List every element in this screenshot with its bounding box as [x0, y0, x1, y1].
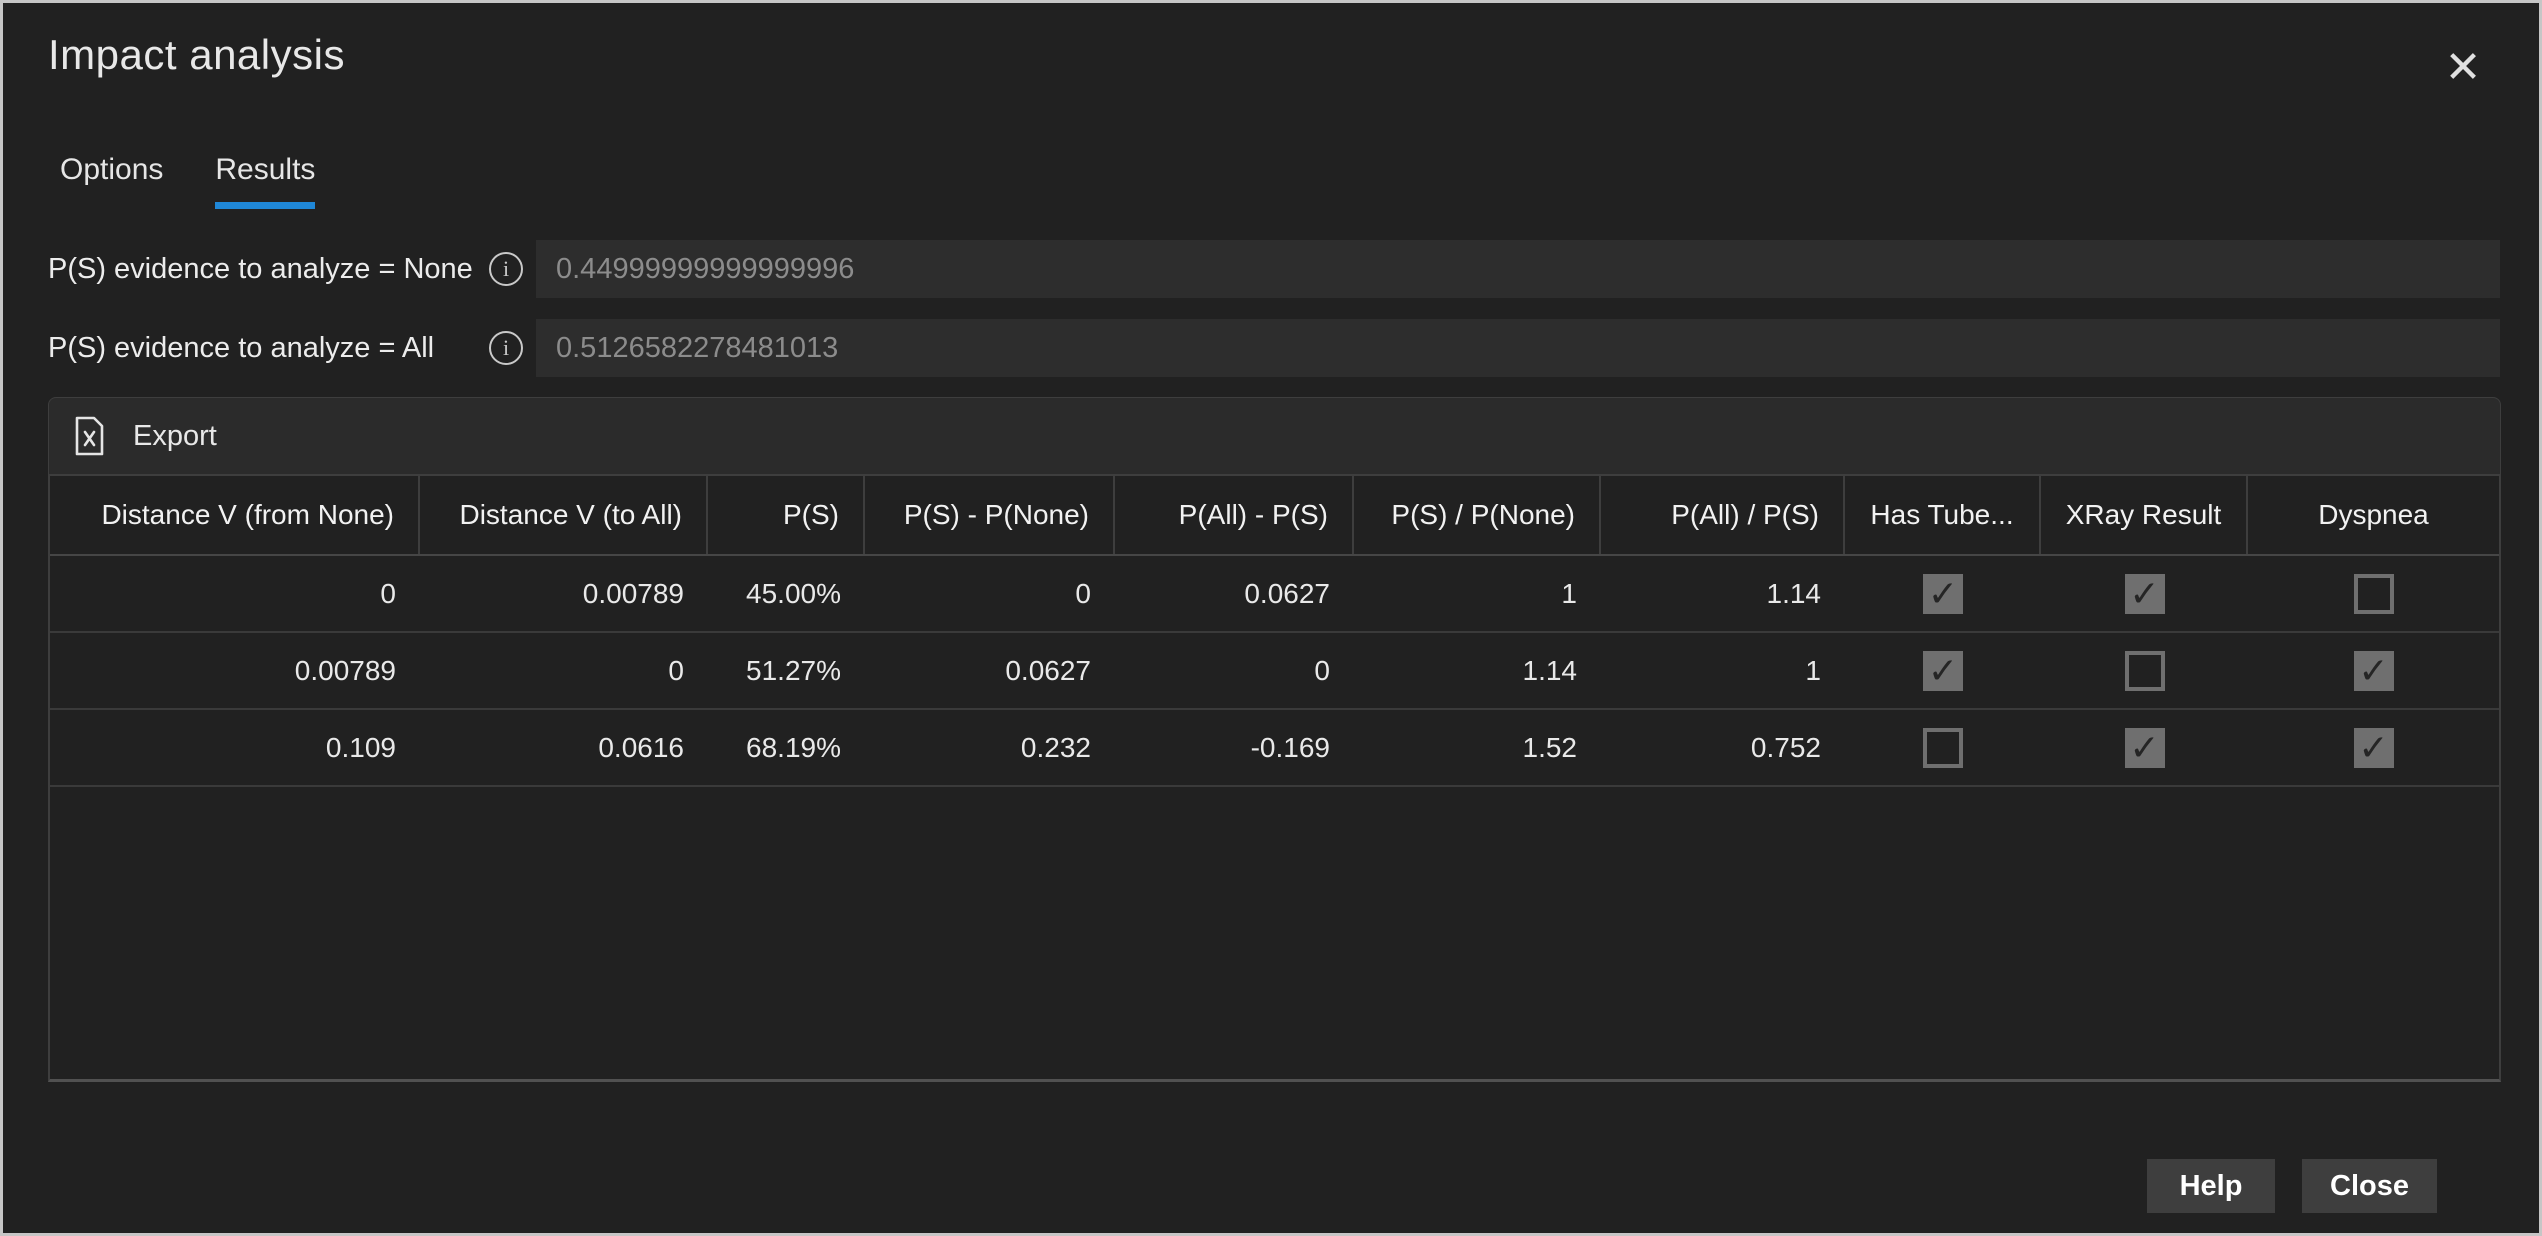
- col-header-ps-div-pnone[interactable]: P(S) / P(None): [1354, 476, 1601, 554]
- results-table: Distance V (from None) Distance V (to Al…: [48, 474, 2501, 1082]
- cell-ps-div-pnone: 1.52: [1354, 710, 1601, 785]
- cell-ps-minus-pnone: 0.0627: [865, 633, 1115, 708]
- has-tube-checkbox[interactable]: [1923, 574, 1963, 614]
- xray-result-checkbox[interactable]: [2125, 651, 2165, 691]
- cell-ps: 51.27%: [708, 633, 865, 708]
- field-label-ps-all: P(S) evidence to analyze = All: [48, 319, 434, 377]
- dyspnea-checkbox[interactable]: [2354, 574, 2394, 614]
- export-excel-icon: [74, 416, 105, 456]
- cell-ps-minus-pnone: 0: [865, 556, 1115, 631]
- cell-ps: 68.19%: [708, 710, 865, 785]
- field-row-ps-all: P(S) evidence to analyze = All i: [3, 319, 2539, 377]
- cell-distance-from-none: 0.00789: [50, 633, 420, 708]
- xray-result-checkbox[interactable]: [2125, 574, 2165, 614]
- dialog-footer: Help Close: [2147, 1159, 2437, 1213]
- cell-ps-minus-pnone: 0.232: [865, 710, 1115, 785]
- cell-ps-div-pnone: 1.14: [1354, 633, 1601, 708]
- table-toolbar: Export: [48, 397, 2501, 474]
- dyspnea-checkbox[interactable]: [2354, 651, 2394, 691]
- tab-results[interactable]: Results: [215, 153, 315, 209]
- cell-distance-to-all: 0: [420, 633, 708, 708]
- cell-pall-div-ps: 0.752: [1601, 710, 1845, 785]
- col-header-has-tube[interactable]: Has Tube...: [1845, 476, 2041, 554]
- col-header-distance-from-none[interactable]: Distance V (from None): [50, 476, 420, 554]
- ps-all-input[interactable]: [536, 319, 2500, 377]
- ps-none-input[interactable]: [536, 240, 2500, 298]
- cell-pall-minus-ps: -0.169: [1115, 710, 1354, 785]
- cell-ps-div-pnone: 1: [1354, 556, 1601, 631]
- tab-bar: Options Results: [60, 153, 315, 209]
- tab-options[interactable]: Options: [60, 153, 163, 209]
- dialog-title: Impact analysis: [48, 31, 345, 79]
- xray-result-checkbox[interactable]: [2125, 728, 2165, 768]
- close-button[interactable]: Close: [2302, 1159, 2437, 1213]
- close-icon[interactable]: ✕: [2435, 39, 2491, 95]
- cell-distance-from-none: 0.109: [50, 710, 420, 785]
- export-label: Export: [133, 420, 217, 453]
- col-header-ps[interactable]: P(S): [708, 476, 865, 554]
- table-row[interactable]: 0.00789 0 51.27% 0.0627 0 1.14 1: [50, 633, 2499, 710]
- info-icon[interactable]: i: [489, 331, 523, 365]
- cell-ps: 45.00%: [708, 556, 865, 631]
- col-header-dyspnea[interactable]: Dyspnea: [2248, 476, 2499, 554]
- has-tube-checkbox[interactable]: [1923, 651, 1963, 691]
- cell-distance-to-all: 0.00789: [420, 556, 708, 631]
- impact-analysis-dialog: Impact analysis ✕ Options Results P(S) e…: [0, 0, 2542, 1236]
- cell-pall-minus-ps: 0.0627: [1115, 556, 1354, 631]
- info-icon[interactable]: i: [489, 252, 523, 286]
- export-button[interactable]: Export: [49, 398, 242, 474]
- cell-distance-to-all: 0.0616: [420, 710, 708, 785]
- table-row[interactable]: 0.109 0.0616 68.19% 0.232 -0.169 1.52 0.…: [50, 710, 2499, 787]
- col-header-xray-result[interactable]: XRay Result: [2041, 476, 2248, 554]
- field-label-ps-none: P(S) evidence to analyze = None: [48, 240, 473, 298]
- table-header-row: Distance V (from None) Distance V (to Al…: [50, 476, 2499, 556]
- cell-pall-minus-ps: 0: [1115, 633, 1354, 708]
- col-header-ps-minus-pnone[interactable]: P(S) - P(None): [865, 476, 1115, 554]
- cell-distance-from-none: 0: [50, 556, 420, 631]
- field-row-ps-none: P(S) evidence to analyze = None i: [3, 240, 2539, 298]
- col-header-distance-to-all[interactable]: Distance V (to All): [420, 476, 708, 554]
- col-header-pall-minus-ps[interactable]: P(All) - P(S): [1115, 476, 1354, 554]
- cell-pall-div-ps: 1.14: [1601, 556, 1845, 631]
- table-row[interactable]: 0 0.00789 45.00% 0 0.0627 1 1.14: [50, 556, 2499, 633]
- col-header-pall-div-ps[interactable]: P(All) / P(S): [1601, 476, 1845, 554]
- cell-pall-div-ps: 1: [1601, 633, 1845, 708]
- dyspnea-checkbox[interactable]: [2354, 728, 2394, 768]
- help-button[interactable]: Help: [2147, 1159, 2275, 1213]
- has-tube-checkbox[interactable]: [1923, 728, 1963, 768]
